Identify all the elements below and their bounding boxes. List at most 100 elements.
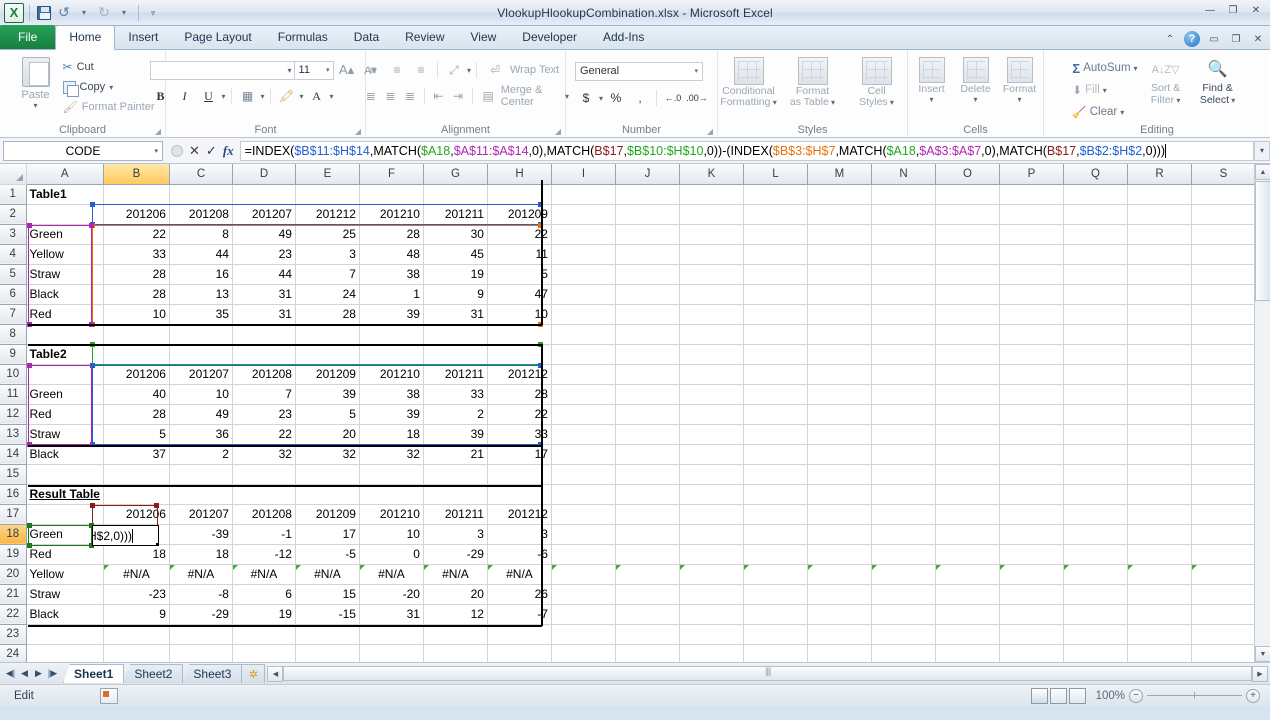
cell-K7[interactable] [679,304,743,324]
cell-F4[interactable]: 48 [359,244,423,264]
cell-Q12[interactable] [1063,404,1127,424]
grid-row[interactable]: 18Green-39-1171033 [0,524,1255,544]
row-header-8[interactable]: 8 [0,324,26,344]
cell-S12[interactable] [1191,404,1255,424]
cell-Q24[interactable] [1063,644,1127,662]
cell-C11[interactable]: 10 [169,384,232,404]
cell-L23[interactable] [743,624,807,644]
cell-F7[interactable]: 39 [359,304,423,324]
cell-C12[interactable]: 49 [169,404,232,424]
row-header-21[interactable]: 21 [0,584,26,604]
cell-D13[interactable]: 22 [232,424,295,444]
cell-O5[interactable] [935,264,999,284]
cell-J3[interactable] [615,224,679,244]
cell-Q13[interactable] [1063,424,1127,444]
cell-O18[interactable] [935,524,999,544]
wrap-text-button[interactable]: ⏎ Wrap Text [482,60,559,80]
cell-F19[interactable]: 0 [359,544,423,564]
cell-B1[interactable] [103,184,169,204]
last-sheet-icon[interactable]: |▶ [46,668,59,679]
formula-bar-buttons[interactable]: ✕ ✓ fx [165,141,241,161]
cell-M12[interactable] [807,404,871,424]
row-header-2[interactable]: 2 [0,204,26,224]
row-header-15[interactable]: 15 [0,464,26,484]
cell-Q18[interactable] [1063,524,1127,544]
paste-button[interactable]: Paste ▾ [11,55,61,110]
cell-G6[interactable]: 9 [423,284,487,304]
cell-G8[interactable] [423,324,487,344]
conditional-formatting-button[interactable]: Conditional Formatting ▾ [718,57,780,108]
range-handle[interactable] [27,363,32,368]
cell-B12[interactable]: 28 [103,404,169,424]
cell-I12[interactable] [551,404,615,424]
active-cell-editor[interactable]: H$2,0))) [92,525,159,546]
cell-C7[interactable]: 35 [169,304,232,324]
cell-S19[interactable] [1191,544,1255,564]
cell-G24[interactable] [423,644,487,662]
format-cells-button[interactable]: Format ▾ [999,57,1041,104]
cell-E19[interactable]: -5 [295,544,359,564]
cell-L20[interactable] [743,564,807,584]
cell-E23[interactable] [295,624,359,644]
cell-B9[interactable] [103,344,169,364]
align-bottom-icon[interactable]: ≡ [410,60,432,81]
increase-indent-icon[interactable]: ⇥ [449,86,467,107]
cell-Q23[interactable] [1063,624,1127,644]
cell-E14[interactable]: 32 [295,444,359,464]
cell-D18[interactable]: -1 [232,524,295,544]
cell-B2[interactable]: 201206 [103,204,169,224]
cell-B13[interactable]: 5 [103,424,169,444]
vertical-scroll-thumb[interactable] [1255,181,1270,301]
cell-F13[interactable]: 18 [359,424,423,444]
cell-I14[interactable] [551,444,615,464]
enter-icon[interactable]: ✓ [206,143,217,159]
grid-row[interactable]: 1020120620120720120820120920121020121120… [0,364,1255,384]
cell-L11[interactable] [743,384,807,404]
cell-P10[interactable] [999,364,1063,384]
fill-dropdown-icon[interactable]: ▾ [1103,86,1107,95]
grid-row[interactable]: 13Straw5362220183933 [0,424,1255,444]
grid-row[interactable]: 14Black3723232322117 [0,444,1255,464]
cell-M17[interactable] [807,504,871,524]
cell-E1[interactable] [295,184,359,204]
cell-R12[interactable] [1127,404,1191,424]
column-header-c[interactable]: C [169,164,232,184]
column-header-r[interactable]: R [1127,164,1191,184]
cell-J23[interactable] [615,624,679,644]
grid-row[interactable]: 6Black281331241947 [0,284,1255,304]
zoom-control[interactable]: 100% − + [1096,689,1270,703]
cell-B24[interactable] [103,644,169,662]
cell-C10[interactable]: 201207 [169,364,232,384]
cell-K12[interactable] [679,404,743,424]
insert-dropdown-icon[interactable]: ▾ [929,95,933,104]
cell-D10[interactable]: 201208 [232,364,295,384]
grid-row[interactable]: 7Red10353128393110 [0,304,1255,324]
cell-G2[interactable]: 201211 [423,204,487,224]
cell-R7[interactable] [1127,304,1191,324]
cell-C4[interactable]: 44 [169,244,232,264]
cell-O10[interactable] [935,364,999,384]
grid-row[interactable]: 19Red1818-12-50-29-6 [0,544,1255,564]
cell-Q7[interactable] [1063,304,1127,324]
cell-G20[interactable]: #N/A [423,564,487,584]
cell-L15[interactable] [743,464,807,484]
cell-S21[interactable] [1191,584,1255,604]
cell-B20[interactable]: #N/A [103,564,169,584]
cell-B22[interactable]: 9 [103,604,169,624]
cell-R11[interactable] [1127,384,1191,404]
cell-P5[interactable] [999,264,1063,284]
cell-G23[interactable] [423,624,487,644]
cell-J4[interactable] [615,244,679,264]
sheet-tab-sheet3[interactable]: Sheet3 [182,664,242,683]
worksheet-grid[interactable]: ABCDEFGHIJKLMNOPQRS1Table122012062012082… [0,164,1270,662]
cell-Q15[interactable] [1063,464,1127,484]
cell-N12[interactable] [871,404,935,424]
cell-O12[interactable] [935,404,999,424]
row-header-24[interactable]: 24 [0,644,26,662]
cell-N24[interactable] [871,644,935,662]
cell-C22[interactable]: -29 [169,604,232,624]
cell-L7[interactable] [743,304,807,324]
cell-B19[interactable]: 18 [103,544,169,564]
cell-D19[interactable]: -12 [232,544,295,564]
cell-B5[interactable]: 28 [103,264,169,284]
